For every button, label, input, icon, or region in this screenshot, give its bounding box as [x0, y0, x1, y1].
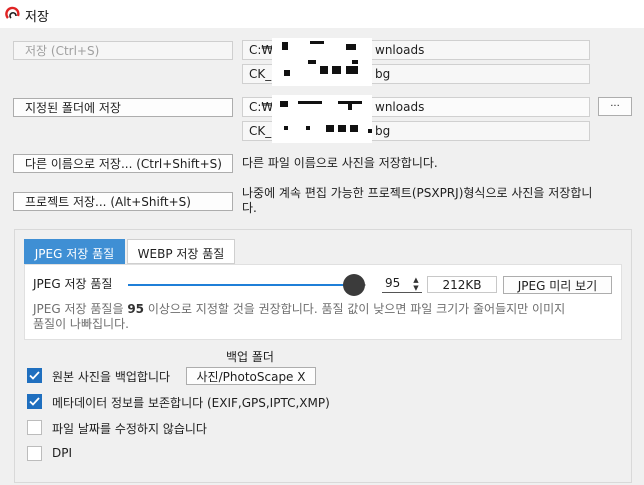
save-path-2-end: bg — [375, 67, 391, 81]
folder-path-2-end: bg — [375, 124, 391, 138]
quality-slider-track-filled — [128, 284, 354, 286]
redaction-mask-1 — [272, 38, 372, 86]
quality-slider-label: JPEG 저장 품질 — [33, 277, 113, 291]
keep-file-date-checkbox[interactable] — [27, 420, 42, 435]
folder-path-2-start: CK_ — [249, 124, 272, 138]
backup-original-checkbox[interactable] — [27, 368, 42, 383]
folder-path-1-end: wnloads — [375, 100, 425, 114]
window-title: 저장 — [25, 10, 49, 25]
backup-original-label: 원본 사진을 백업합니다 — [52, 370, 171, 384]
quality-value: 95 — [385, 276, 401, 290]
backup-folder-button[interactable]: 사진/PhotoScape X — [186, 367, 316, 385]
backup-folder-label: 백업 폴더 — [226, 350, 274, 364]
save-as-button[interactable]: 다른 이름으로 저장... (Ctrl+Shift+S) — [13, 154, 233, 173]
quality-recommendation-note: JPEG 저장 품질을 95 이상으로 지정할 것을 권장합니다. 품질 값이 … — [33, 302, 566, 331]
photoscape-logo-icon — [5, 6, 20, 19]
browse-folder-button[interactable]: ··· — [598, 97, 632, 116]
dpi-checkbox[interactable] — [27, 446, 42, 461]
estimated-file-size: 212KB — [427, 276, 497, 293]
save-project-button[interactable]: 프로젝트 저장... (Alt+Shift+S) — [13, 192, 233, 211]
save-project-description-line1: 나중에 계속 편집 가능한 프로젝트(PSXPRJ)형식으로 사진을 저장합니 — [242, 186, 593, 200]
save-to-folder-button[interactable]: 지정된 폴더에 저장 — [13, 98, 233, 117]
folder-path-1-start: C:₩ — [249, 100, 274, 114]
save-path-1-end: wnloads — [375, 43, 425, 57]
jpeg-preview-button[interactable]: JPEG 미리 보기 — [503, 276, 612, 294]
tab-jpeg-quality[interactable]: JPEG 저장 품질 — [24, 239, 125, 264]
stepper-up-icon[interactable]: ▲ — [410, 276, 422, 284]
title-bar: 저장 — [0, 0, 644, 28]
save-path-2-start: CK_ — [249, 67, 272, 81]
preserve-metadata-label: 메타데이터 정보를 보존합니다 (EXIF,GPS,IPTC,XMP) — [52, 396, 330, 410]
recommended-quality-value: 95 — [127, 302, 145, 316]
stepper-down-icon[interactable]: ▼ — [410, 284, 422, 292]
check-icon — [29, 371, 40, 380]
preserve-metadata-checkbox[interactable] — [27, 394, 42, 409]
save-path-1-start: C:₩ — [249, 43, 274, 57]
keep-file-date-label: 파일 날짜를 수정하지 않습니다 — [52, 422, 207, 436]
save-button[interactable]: 저장 (Ctrl+S) — [13, 41, 233, 60]
save-as-description: 다른 파일 이름으로 사진을 저장합니다. — [242, 156, 438, 170]
quality-slider-thumb[interactable] — [343, 274, 365, 296]
tab-webp-quality[interactable]: WEBP 저장 품질 — [127, 239, 235, 264]
stepper-arrows[interactable]: ▲ ▼ — [410, 276, 422, 292]
save-project-description-line2: 다. — [242, 201, 257, 215]
dpi-label: DPI — [52, 446, 73, 460]
check-icon — [29, 397, 40, 406]
redaction-mask-2 — [272, 95, 372, 143]
